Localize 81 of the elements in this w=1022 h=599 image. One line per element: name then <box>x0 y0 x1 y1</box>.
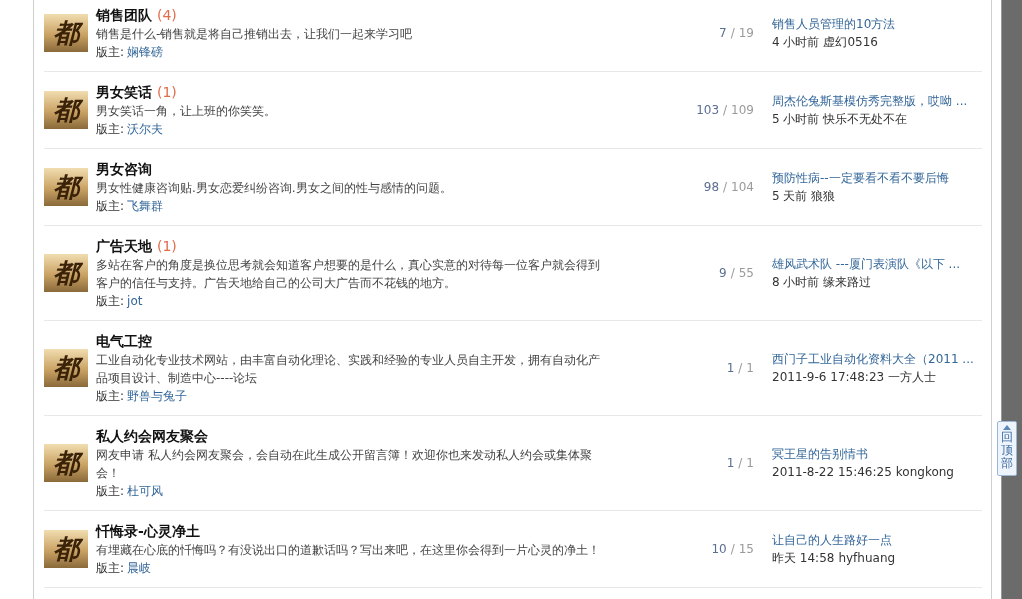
moderator-link[interactable]: 晨岐 <box>127 559 152 577</box>
last-post-link[interactable]: 周杰伦兔斯基模仿秀完整版，哎呦 ... <box>772 92 968 110</box>
forum-icon: 都 <box>44 349 88 387</box>
count-separator: / <box>723 103 728 117</box>
last-post-author: 快乐不无处不在 <box>823 111 908 128</box>
last-post-link[interactable]: 西门子工业自动化资料大全（2011 ... <box>772 350 974 368</box>
moderator-label: 版主: <box>96 560 125 577</box>
forum-title[interactable]: 销售团队 <box>96 5 152 25</box>
moderator-label: 版主: <box>96 293 125 310</box>
forum-title[interactable]: 忏悔录-心灵净土 <box>96 521 200 541</box>
last-post-author: 狼狼 <box>811 188 836 205</box>
post-count: 15 <box>738 542 754 556</box>
last-post-author: 一方人士 <box>888 369 937 386</box>
forum-title[interactable]: 电气工控 <box>96 331 152 351</box>
last-post-link[interactable]: 雄风武术队 ---厦门表演队《以下 ... <box>772 255 961 273</box>
count-separator: / <box>738 456 743 470</box>
topic-count: 1 <box>726 456 735 470</box>
forum-icon: 都 <box>44 530 88 568</box>
moderator-label: 版主: <box>96 44 125 61</box>
forum-description: 男女笑话一角，让上班的你笑笑。 <box>96 103 277 120</box>
topic-count: 103 <box>696 103 720 117</box>
topic-count: 10 <box>711 542 727 556</box>
moderator-link[interactable]: jot <box>127 292 143 310</box>
forum-description: 有埋藏在心底的忏悔吗？有没说出口的道歉话吗？写出来吧，在这里你会得到一片心灵的净土！ <box>96 542 601 559</box>
forum-icon: 都 <box>44 444 88 482</box>
count-separator: / <box>730 266 735 280</box>
back-to-top-button[interactable]: 回顶部 <box>997 421 1017 476</box>
last-post-time: 5 天前 <box>772 188 808 205</box>
forum-icon: 都 <box>44 168 88 206</box>
count-separator: / <box>738 361 743 375</box>
forum-title[interactable]: 男女笑话 <box>96 82 152 102</box>
moderator-label: 版主: <box>96 198 125 215</box>
moderator-label: 版主: <box>96 388 125 405</box>
forum-title[interactable]: 男女咨询 <box>96 159 152 179</box>
topic-count: 7 <box>719 26 727 40</box>
last-post-link[interactable]: 冥王星的告别情书 <box>772 445 868 463</box>
new-post-count: (1) <box>157 83 177 102</box>
moderator-link[interactable]: 娴锋磅 <box>127 43 164 61</box>
post-count: 19 <box>738 26 754 40</box>
last-post-time: 5 小时前 <box>772 111 820 128</box>
moderator-link[interactable]: 沃尔夫 <box>127 120 164 138</box>
forum-title[interactable]: 广告天地 <box>96 236 152 256</box>
topic-count: 98 <box>703 180 720 194</box>
post-count: 1 <box>746 456 754 470</box>
last-post-time: 2011-9-6 17:48:23 <box>772 369 885 386</box>
last-post-link[interactable]: 销售人员管理的10方法 <box>772 15 896 33</box>
post-count: 104 <box>731 180 754 194</box>
new-post-count: (1) <box>157 237 177 256</box>
moderator-label: 版主: <box>96 483 125 500</box>
last-post-author: 缘来路过 <box>823 274 872 291</box>
forum-title[interactable]: 私人约会网友聚会 <box>96 426 208 446</box>
post-count: 1 <box>746 361 754 375</box>
last-post-author: hyfhuang <box>838 550 896 567</box>
last-post-time: 2011-8-22 15:46:25 <box>772 464 892 481</box>
moderator-link[interactable]: 杜可风 <box>127 482 164 500</box>
last-post-link[interactable]: 让自己的人生路好一点 <box>772 531 892 549</box>
post-count: 55 <box>738 266 754 280</box>
last-post-author: kongkong <box>895 464 954 481</box>
topic-count: 9 <box>719 266 727 280</box>
topic-count: 1 <box>726 361 735 375</box>
count-separator: / <box>730 542 735 556</box>
last-post-time: 8 小时前 <box>772 274 820 291</box>
forum-description: 多站在客户的角度是换位思考就会知道客户想要的是什么，真心实意的对待每一位客户就会得到客户的信任与支持。广告天地给自己的公司大广告而不花钱的地方。 <box>96 257 601 292</box>
forum-description: 销售是什么-销售就是将自己推销出去，让我们一起来学习吧 <box>96 26 414 43</box>
count-separator: / <box>730 26 735 40</box>
forum-icon: 都 <box>44 254 88 292</box>
forum-icon: 都 <box>44 91 88 129</box>
last-post-author: 虚幻0516 <box>823 34 878 51</box>
forum-icon: 都 <box>44 14 88 52</box>
count-separator: / <box>723 180 728 194</box>
moderator-label: 版主: <box>96 121 125 138</box>
new-post-count: (4) <box>157 6 177 25</box>
last-post-time: 4 小时前 <box>772 34 820 51</box>
last-post-link[interactable]: 预防性病--一定要看不看不要后悔 <box>772 169 949 187</box>
moderator-link[interactable]: 野兽与兔子 <box>127 387 188 405</box>
forum-description: 工业自动化专业技术网站，由丰富自动化理论、实践和经验的专业人员自主开发，拥有自动化产品项目设计、制造中心----论坛 <box>96 352 601 387</box>
forum-description: 男女性健康咨询贴.男女恋爱纠纷咨询.男女之间的性与感情的问题。 <box>96 180 453 197</box>
last-post-time: 昨天 14:58 <box>772 550 835 567</box>
post-count: 109 <box>731 103 754 117</box>
moderator-link[interactable]: 飞舞群 <box>127 197 164 215</box>
forum-description: 网友申请 私人约会网友聚会，会自动在此生成公开留言簿！欢迎你也来发动私人约会或集体聚会！ <box>96 447 593 482</box>
